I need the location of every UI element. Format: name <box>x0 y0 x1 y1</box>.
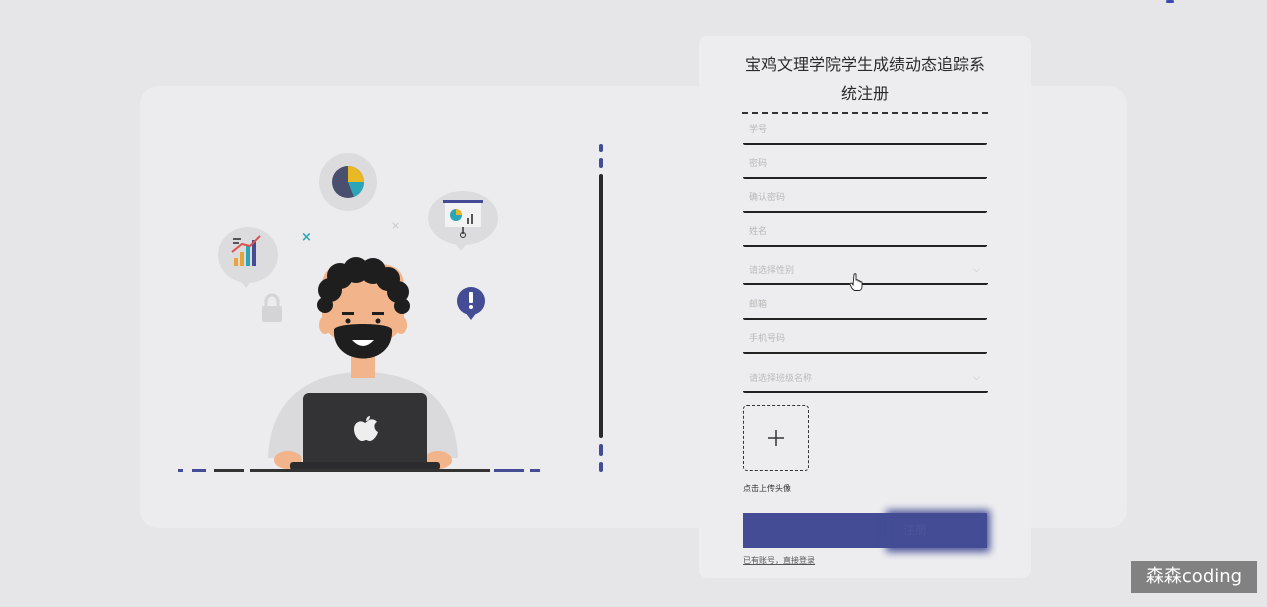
desk-line <box>178 469 540 472</box>
confirm-password-input[interactable] <box>743 185 987 211</box>
alert-icon <box>457 287 485 320</box>
lock-icon <box>262 293 282 322</box>
register-button-motion-blur <box>886 510 990 552</box>
login-link[interactable]: 已有账号，直接登录 <box>743 555 815 566</box>
growth-chart-icon <box>218 227 278 288</box>
chevron-down-icon: ⌵ <box>973 373 980 383</box>
avatar-upload-button[interactable] <box>743 405 809 471</box>
email-input[interactable] <box>743 292 987 318</box>
password-input[interactable] <box>743 151 987 177</box>
phone-field[interactable] <box>743 326 987 354</box>
svg-text:×: × <box>391 219 400 232</box>
class-select-placeholder: 请选择班级名称 <box>749 374 813 384</box>
student-id-field[interactable] <box>743 117 987 145</box>
student-id-input[interactable] <box>743 117 987 143</box>
chevron-down-icon: ⌵ <box>973 265 980 275</box>
name-input[interactable] <box>743 219 987 245</box>
svg-text:×: × <box>301 230 312 245</box>
gender-select[interactable]: 请选择性别 ⌵ <box>743 257 988 285</box>
pie-chart-icon <box>319 153 377 211</box>
hand-cursor-icon <box>850 273 863 291</box>
vertical-divider <box>599 144 603 472</box>
confirm-password-field[interactable] <box>743 185 987 213</box>
class-select[interactable]: 请选择班级名称 ⌵ <box>743 365 988 393</box>
plus-icon <box>768 430 784 446</box>
form-title: 宝鸡文理学院学生成绩动态追踪系统注册 <box>742 50 988 114</box>
email-field[interactable] <box>743 292 987 320</box>
name-field[interactable] <box>743 219 987 247</box>
avatar-upload-label: 点击上传头像 <box>743 484 791 493</box>
developer-illustration: × × <box>178 153 540 472</box>
watermark: 森森coding <box>1131 561 1257 593</box>
top-edge-mark <box>1166 0 1174 3</box>
phone-input[interactable] <box>743 326 987 352</box>
gender-select-placeholder: 请选择性别 <box>749 266 795 276</box>
password-field[interactable] <box>743 151 987 179</box>
presentation-board-icon <box>428 191 498 251</box>
laptop-icon <box>290 393 440 471</box>
